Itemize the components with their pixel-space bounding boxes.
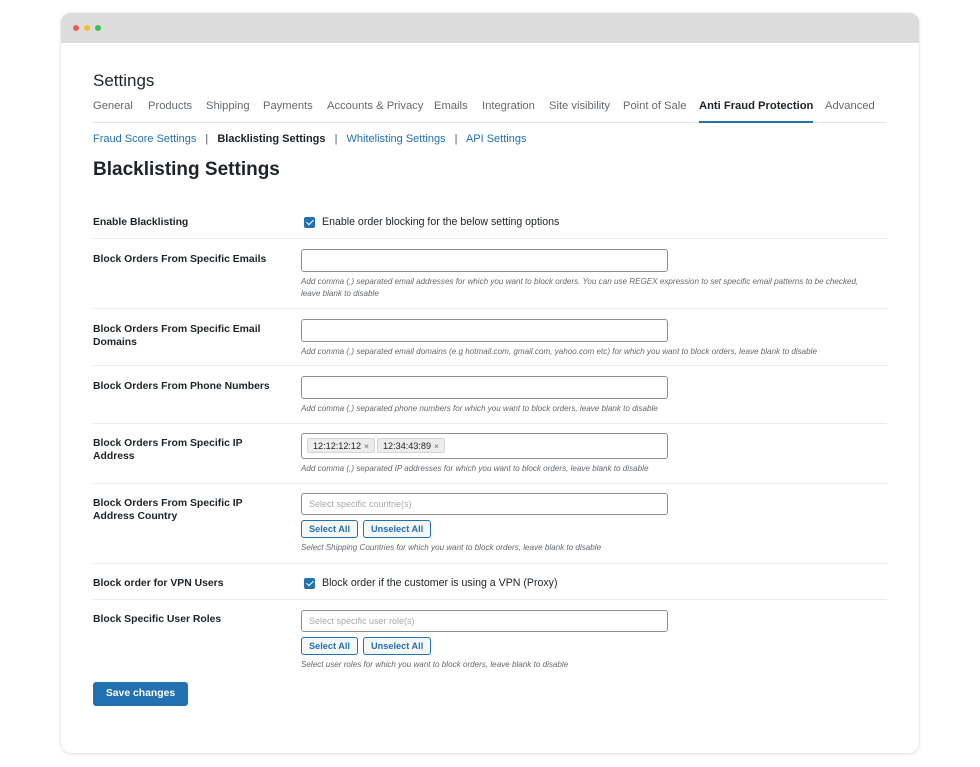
row-block-ip-address: Block Orders From Specific IP Address 12… — [93, 424, 887, 484]
block-vpn-checkbox[interactable] — [304, 577, 315, 589]
checkbox-label: Enable order blocking for the below sett… — [322, 216, 560, 228]
field-label: Block Orders From Specific IP Address — [93, 438, 243, 462]
block-phone-numbers-field: Add comma (,) separated phone numbers fo… — [301, 376, 887, 415]
block-emails-field: Add comma (,) separated email addresses … — [301, 249, 887, 300]
row-block-email-domains: Block Orders From Specific Email Domains… — [93, 309, 887, 366]
enable-blacklisting-checkbox[interactable] — [304, 216, 315, 228]
row-block-user-roles: Block Specific User Roles Select specifi… — [93, 600, 887, 670]
subnav-whitelisting-settings[interactable]: Whitelisting Settings — [347, 133, 446, 145]
field-label: Block Orders From Phone Numbers — [93, 381, 270, 392]
ip-tag-value: 12:34:43:89 — [383, 441, 432, 451]
remove-tag-icon[interactable]: × — [434, 441, 439, 451]
enable-blacklisting-field: Enable order blocking for the below sett… — [304, 216, 890, 228]
field-description: Add comma (,) separated email domains (e… — [301, 347, 817, 356]
page-title: Settings — [93, 71, 155, 90]
field-label: Block Orders From Specific IP Address Co… — [93, 498, 243, 522]
row-block-vpn-users: Block order for VPN Users Block order if… — [93, 564, 887, 600]
minimize-window-icon[interactable] — [84, 25, 90, 31]
subnav-blacklisting-settings: Blacklisting Settings — [217, 133, 326, 145]
user-role-select[interactable]: Select specific user role(s) — [301, 610, 668, 632]
subnav-fraud-score-settings[interactable]: Fraud Score Settings — [93, 133, 196, 145]
field-label: Enable Blacklisting — [93, 217, 189, 228]
row-block-phone-numbers: Block Orders From Phone Numbers Add comm… — [93, 366, 887, 424]
field-description: Add comma (,) separated IP addresses for… — [301, 464, 649, 473]
block-email-domains-input[interactable] — [301, 319, 668, 342]
block-email-domains-field: Add comma (,) separated email domains (e… — [301, 319, 887, 358]
settings-tabs: General Products Shipping Payments Accou… — [93, 93, 887, 123]
tab-site-visibility[interactable]: Site visibility — [549, 100, 610, 123]
field-label: Block order for VPN Users — [93, 578, 224, 589]
unselect-all-roles-button[interactable]: Unselect All — [363, 637, 432, 655]
block-vpn-field: Block order if the customer is using a V… — [304, 577, 890, 589]
field-label: Block Specific User Roles — [93, 614, 222, 625]
checkbox-label: Block order if the customer is using a V… — [322, 577, 558, 589]
tab-payments[interactable]: Payments — [263, 100, 313, 123]
tab-point-of-sale[interactable]: Point of Sale — [623, 100, 686, 123]
ip-tag-value: 12:12:12:12 — [313, 441, 362, 451]
field-description: Add comma (,) separated phone numbers fo… — [301, 404, 658, 413]
ip-tag: 12:34:43:89 × — [377, 438, 446, 453]
close-window-icon[interactable] — [73, 25, 79, 31]
row-block-emails: Block Orders From Specific Emails Add co… — [93, 239, 887, 309]
maximize-window-icon[interactable] — [95, 25, 101, 31]
tab-integration[interactable]: Integration — [482, 100, 535, 123]
subnav-separator: | — [205, 133, 209, 145]
select-placeholder: Select specific user role(s) — [309, 616, 415, 626]
tab-advanced[interactable]: Advanced — [825, 100, 875, 123]
save-changes-button[interactable]: Save changes — [93, 682, 188, 706]
remove-tag-icon[interactable]: × — [364, 441, 369, 451]
subsection-nav: Fraud Score Settings | Blacklisting Sett… — [93, 133, 526, 145]
browser-window: Settings General Products Shipping Payme… — [61, 13, 919, 753]
block-ip-address-field: 12:12:12:12 × 12:34:43:89 × Add comma (,) … — [301, 433, 887, 475]
field-description: Select Shipping Countries for which you … — [301, 543, 602, 552]
block-phone-numbers-input[interactable] — [301, 376, 668, 399]
select-all-countries-button[interactable]: Select All — [301, 520, 359, 538]
country-select[interactable]: Select specific countrie(s) — [301, 493, 668, 515]
enable-blacklisting-option[interactable]: Enable order blocking for the below sett… — [304, 216, 890, 228]
block-vpn-option[interactable]: Block order if the customer is using a V… — [304, 577, 890, 589]
subnav-api-settings[interactable]: API Settings — [466, 133, 527, 145]
window-titlebar — [61, 13, 919, 43]
tab-general[interactable]: General — [93, 100, 133, 123]
row-block-ip-country: Block Orders From Specific IP Address Co… — [93, 484, 887, 564]
block-emails-input[interactable] — [301, 249, 668, 272]
field-description: Select user roles for which you want to … — [301, 660, 569, 669]
block-ip-country-field: Select specific countrie(s) Select All U… — [301, 493, 887, 554]
unselect-all-countries-button[interactable]: Unselect All — [363, 520, 432, 538]
select-all-roles-button[interactable]: Select All — [301, 637, 359, 655]
field-label: Block Orders From Specific Emails — [93, 254, 267, 265]
subnav-separator: | — [334, 133, 338, 145]
tab-anti-fraud-protection[interactable]: Anti Fraud Protection — [699, 100, 814, 123]
tab-shipping[interactable]: Shipping — [206, 100, 250, 123]
select-placeholder: Select specific countrie(s) — [309, 499, 412, 509]
field-description: Add comma (,) separated email addresses … — [301, 277, 859, 298]
field-label: Block Orders From Specific Email Domains — [93, 324, 261, 348]
block-ip-address-input[interactable]: 12:12:12:12 × 12:34:43:89 × — [301, 433, 668, 459]
tab-emails[interactable]: Emails — [434, 100, 468, 123]
tab-products[interactable]: Products — [148, 100, 192, 123]
button-group: Select All Unselect All — [301, 520, 887, 538]
block-user-roles-field: Select specific user role(s) Select All … — [301, 610, 887, 671]
ip-tag: 12:12:12:12 × — [307, 438, 376, 453]
tab-accounts-privacy[interactable]: Accounts & Privacy — [327, 100, 423, 123]
button-group: Select All Unselect All — [301, 637, 887, 655]
section-title: Blacklisting Settings — [93, 159, 280, 180]
row-enable-blacklisting: Enable Blacklisting Enable order blockin… — [93, 199, 887, 239]
subnav-separator: | — [454, 133, 458, 145]
